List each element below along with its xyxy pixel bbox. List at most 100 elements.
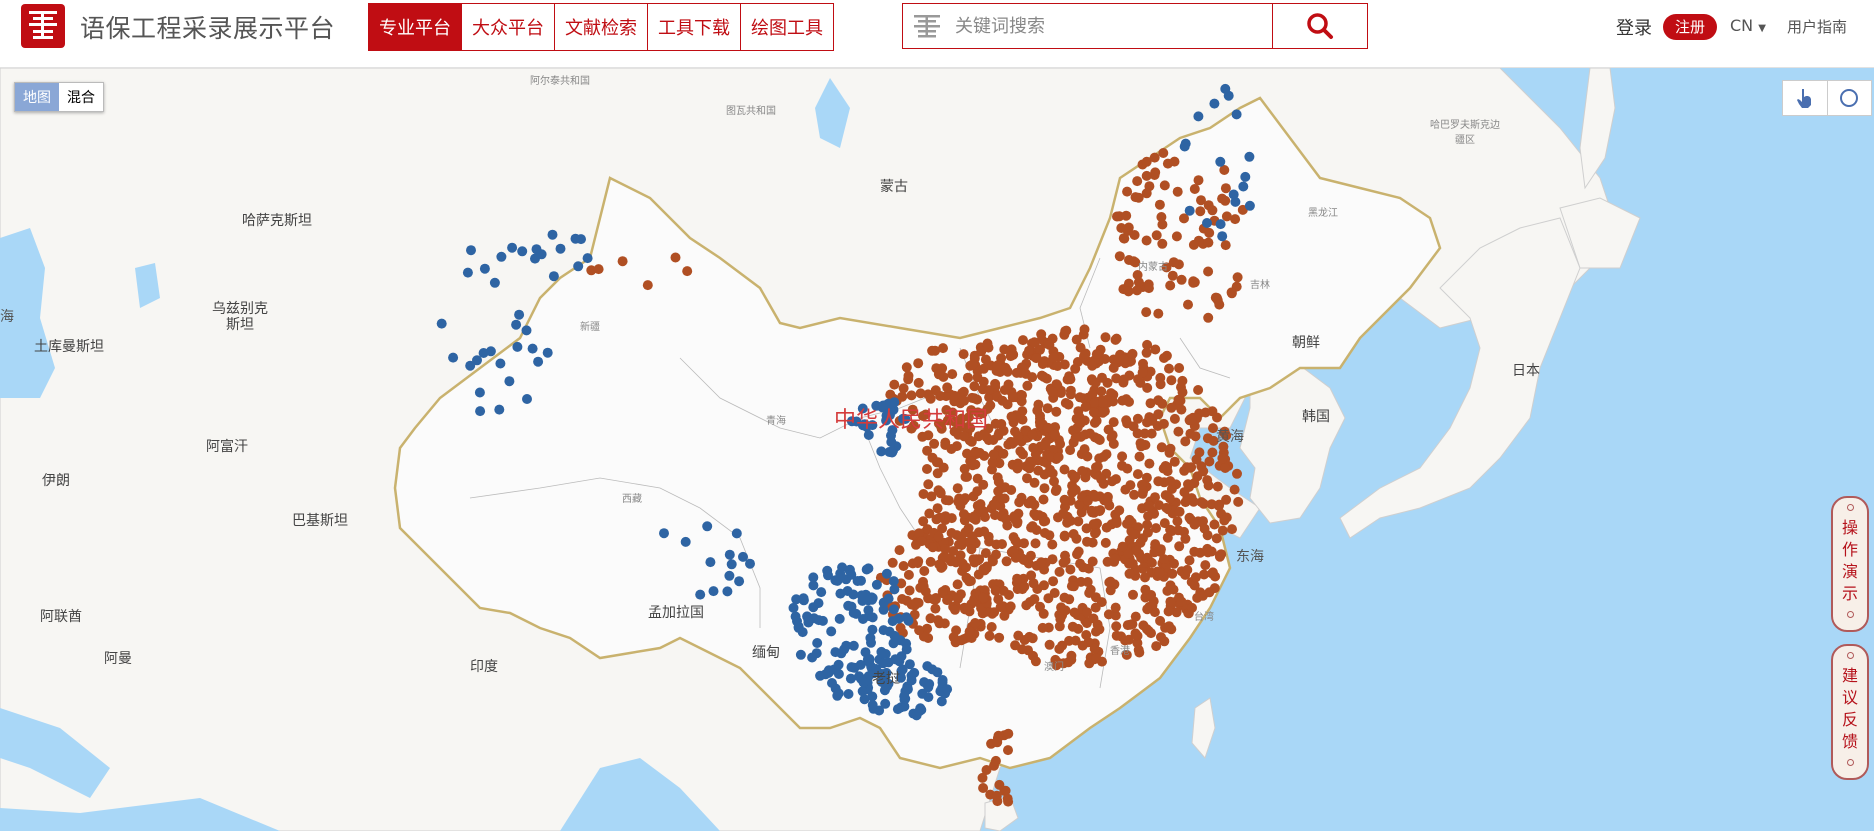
site-marker[interactable] [1130, 192, 1141, 203]
site-marker[interactable] [1121, 210, 1132, 221]
site-marker[interactable] [972, 372, 983, 383]
site-marker[interactable] [1164, 447, 1175, 458]
site-marker[interactable] [1091, 415, 1102, 426]
site-marker[interactable] [1127, 348, 1138, 359]
site-marker[interactable] [1026, 522, 1037, 533]
site-marker[interactable] [1009, 513, 1020, 524]
site-marker[interactable] [617, 256, 628, 267]
site-marker[interactable] [465, 360, 476, 371]
site-marker[interactable] [990, 500, 1001, 510]
site-marker[interactable] [1047, 539, 1058, 550]
site-marker[interactable] [1146, 628, 1156, 639]
site-marker[interactable] [1073, 516, 1084, 527]
site-marker[interactable] [1240, 171, 1251, 182]
map-canvas[interactable]: 哈萨克斯坦 蒙古 乌兹别克 斯坦 土库曼斯坦 阿富汗 伊朗 巴基斯坦 阿联酋 阿… [0, 68, 1874, 831]
site-marker[interactable] [1244, 151, 1255, 162]
site-marker[interactable] [1111, 630, 1122, 641]
site-marker[interactable] [1063, 657, 1074, 668]
site-marker[interactable] [1154, 567, 1165, 578]
site-marker[interactable] [1160, 461, 1171, 471]
site-marker[interactable] [1037, 622, 1048, 633]
site-marker[interactable] [1238, 181, 1249, 192]
site-marker[interactable] [1193, 385, 1204, 395]
site-marker[interactable] [1159, 353, 1169, 363]
site-marker[interactable] [734, 576, 745, 587]
site-marker[interactable] [1054, 566, 1065, 577]
site-marker[interactable] [1142, 519, 1153, 530]
site-marker[interactable] [1022, 380, 1033, 391]
site-marker[interactable] [1141, 307, 1152, 318]
site-marker[interactable] [1166, 375, 1177, 386]
site-marker[interactable] [950, 604, 960, 615]
site-marker[interactable] [826, 626, 837, 637]
site-marker[interactable] [1233, 496, 1244, 507]
site-marker[interactable] [865, 633, 876, 643]
site-marker[interactable] [808, 580, 819, 591]
site-marker[interactable] [1171, 231, 1182, 242]
site-marker[interactable] [1052, 361, 1063, 371]
site-marker[interactable] [1010, 552, 1021, 563]
site-marker[interactable] [962, 372, 973, 383]
site-marker[interactable] [1036, 557, 1047, 568]
site-marker[interactable] [724, 570, 735, 581]
site-marker[interactable] [1065, 564, 1076, 575]
site-marker[interactable] [962, 471, 972, 482]
site-marker[interactable] [1154, 199, 1165, 210]
site-marker[interactable] [1132, 413, 1143, 424]
site-marker[interactable] [495, 358, 506, 369]
site-marker[interactable] [837, 562, 848, 573]
site-marker[interactable] [1164, 363, 1174, 374]
site-marker[interactable] [1105, 576, 1116, 587]
site-marker[interactable] [1167, 270, 1178, 281]
site-marker[interactable] [883, 593, 894, 604]
user-guide-link[interactable]: 用户指南 [1787, 16, 1847, 37]
site-marker[interactable] [889, 379, 900, 390]
site-marker[interactable] [1135, 438, 1146, 449]
site-marker[interactable] [1059, 494, 1070, 505]
site-marker[interactable] [1002, 366, 1013, 377]
site-marker[interactable] [1183, 299, 1193, 310]
site-marker[interactable] [978, 783, 989, 793]
site-marker[interactable] [867, 594, 877, 605]
site-marker[interactable] [1226, 287, 1237, 298]
site-marker[interactable] [1229, 484, 1240, 495]
site-marker[interactable] [993, 476, 1004, 487]
site-marker[interactable] [1088, 519, 1099, 530]
site-marker[interactable] [923, 479, 934, 490]
site-marker[interactable] [832, 690, 843, 701]
site-marker[interactable] [1125, 480, 1136, 491]
site-marker[interactable] [1129, 529, 1140, 540]
site-marker[interactable] [1168, 257, 1179, 268]
site-marker[interactable] [958, 509, 969, 520]
site-marker[interactable] [941, 552, 952, 563]
site-marker[interactable] [1086, 505, 1097, 516]
site-marker[interactable] [1193, 111, 1204, 122]
site-marker[interactable] [1087, 556, 1098, 567]
site-marker[interactable] [1204, 456, 1215, 467]
site-marker[interactable] [1074, 392, 1085, 403]
site-marker[interactable] [997, 539, 1007, 550]
feedback-tab[interactable]: 建 议 反 馈 [1831, 644, 1869, 780]
site-marker[interactable] [871, 579, 882, 590]
circle-select-tool[interactable] [1826, 81, 1872, 115]
site-marker[interactable] [888, 604, 899, 615]
site-marker[interactable] [1169, 413, 1180, 424]
site-marker[interactable] [823, 570, 833, 581]
site-marker[interactable] [912, 558, 923, 569]
site-marker[interactable] [978, 479, 989, 490]
site-marker[interactable] [982, 338, 993, 349]
site-marker[interactable] [1081, 630, 1092, 640]
pan-tool[interactable] [1783, 81, 1827, 115]
site-marker[interactable] [1117, 451, 1128, 462]
site-marker[interactable] [1047, 386, 1058, 397]
site-marker[interactable] [542, 347, 553, 358]
site-marker[interactable] [1231, 109, 1242, 120]
site-marker[interactable] [1132, 630, 1143, 641]
site-marker[interactable] [1141, 188, 1152, 199]
site-marker[interactable] [918, 489, 929, 499]
site-marker[interactable] [965, 576, 976, 586]
site-marker[interactable] [1017, 390, 1027, 401]
site-marker[interactable] [1089, 643, 1100, 654]
site-marker[interactable] [1059, 464, 1070, 475]
site-marker[interactable] [913, 358, 924, 369]
